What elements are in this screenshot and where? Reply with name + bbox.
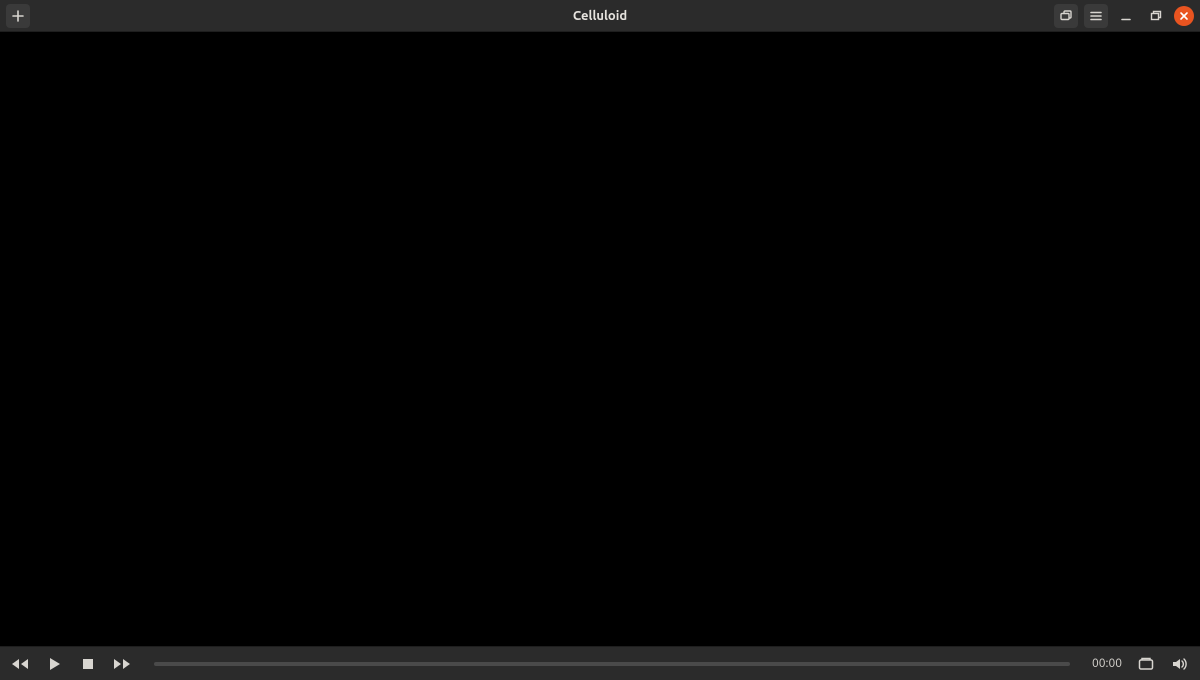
fullscreen-toggle-icon	[1059, 9, 1073, 23]
time-display: 00:00	[1092, 657, 1122, 670]
fast-forward-icon	[113, 657, 131, 671]
playlist-icon	[1138, 657, 1154, 671]
forward-button[interactable]	[112, 654, 132, 674]
maximize-button[interactable]	[1144, 4, 1168, 28]
plus-icon	[11, 9, 25, 23]
close-button[interactable]	[1174, 6, 1194, 26]
add-button[interactable]	[6, 4, 30, 28]
titlebar: Celluloid	[0, 0, 1200, 32]
rewind-icon	[11, 657, 29, 671]
minimize-button[interactable]	[1114, 4, 1138, 28]
app-title: Celluloid	[6, 9, 1194, 23]
maximize-restore-icon	[1149, 9, 1163, 23]
menu-button[interactable]	[1084, 4, 1108, 28]
play-button[interactable]	[44, 654, 64, 674]
rewind-button[interactable]	[10, 654, 30, 674]
playlist-button[interactable]	[1136, 654, 1156, 674]
stop-button[interactable]	[78, 654, 98, 674]
close-icon	[1179, 7, 1189, 25]
stop-icon	[82, 658, 94, 670]
control-bar: 00:00	[0, 646, 1200, 680]
video-area[interactable]	[0, 32, 1200, 646]
hamburger-icon	[1089, 9, 1103, 23]
minimize-icon	[1119, 9, 1133, 23]
play-icon	[47, 657, 61, 671]
seek-slider[interactable]	[154, 662, 1070, 666]
app-window: Celluloid	[0, 0, 1200, 680]
volume-button[interactable]	[1170, 654, 1190, 674]
fullscreen-button[interactable]	[1054, 4, 1078, 28]
volume-icon	[1172, 657, 1188, 671]
